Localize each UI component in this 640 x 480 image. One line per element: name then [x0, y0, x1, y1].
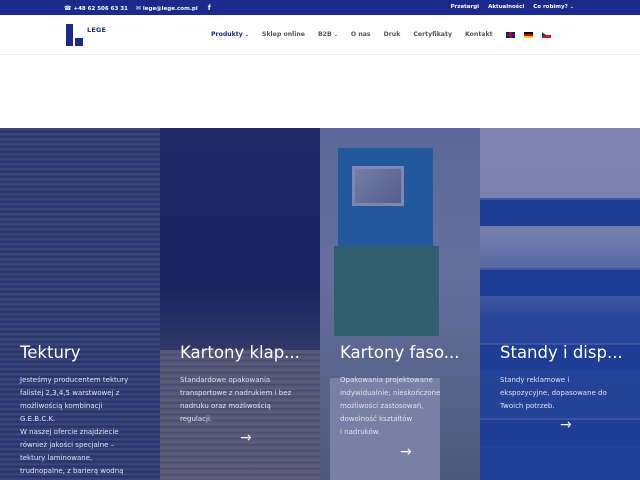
arrow-right-icon[interactable]: →	[240, 430, 252, 446]
flag-de-icon[interactable]	[523, 31, 533, 38]
main-nav: Produkty ⌄ Sklep online B2B ⌄ O nas Druk C…	[211, 31, 560, 38]
card-title: Kartony klap...	[180, 343, 300, 362]
chevron-down-icon: ⌄	[244, 32, 249, 38]
product-cards: Tektury Jesteśmy producentem tektury fal…	[0, 128, 640, 480]
nav-item-certyfikaty[interactable]: Certyfikaty	[413, 31, 452, 38]
product-card-standy[interactable]: Standy i disp... Standy reklamowe i eksp…	[480, 128, 640, 480]
nav-item-kontakt[interactable]: Kontakt	[465, 31, 493, 38]
main-header: LEGE Produkty ⌄ Sklep online B2B ⌄ O nas D…	[0, 15, 640, 55]
envelope-icon: ✉	[135, 4, 141, 12]
phone-link[interactable]: ☎ +48 62 506 63 31	[64, 5, 128, 12]
product-card-tektury[interactable]: Tektury Jesteśmy producentem tektury fal…	[0, 128, 160, 480]
flag-en-icon[interactable]	[505, 31, 515, 38]
top-link-co-robimy[interactable]: Co robimy? ⌄	[533, 4, 574, 10]
logo[interactable]: LEGE	[66, 24, 106, 46]
top-link-aktualnosci[interactable]: Aktualności	[488, 4, 524, 10]
nav-item-o-nas[interactable]: O nas	[351, 31, 371, 38]
contact-info: ☎ +48 62 506 63 31 ✉ lege@lege.com.pl f	[64, 4, 211, 12]
chevron-down-icon: ⌄	[569, 4, 574, 10]
nav-item-b2b[interactable]: B2B ⌄	[318, 31, 338, 38]
logo-mark-icon	[66, 24, 85, 46]
arrow-right-icon[interactable]: →	[400, 444, 412, 460]
card-description: Jesteśmy producentem tektury falistej 2,…	[20, 376, 129, 475]
product-card-kartony-fasonowe[interactable]: Kartony faso... Opakowania projektowane …	[320, 128, 480, 480]
top-bar: ☎ +48 62 506 63 31 ✉ lege@lege.com.pl f Pr…	[0, 0, 640, 15]
product-card-kartony-klapowe[interactable]: Kartony klap... Standardowe opakowania t…	[160, 128, 320, 480]
phone-icon: ☎	[64, 4, 72, 12]
card-title: Standy i disp...	[500, 343, 623, 362]
logo-text: LEGE	[87, 26, 107, 34]
nav-item-sklep-online[interactable]: Sklep online	[262, 31, 305, 38]
flag-cs-icon[interactable]	[541, 31, 551, 38]
top-link-przetargi[interactable]: Przetargi	[451, 4, 480, 10]
nav-item-druk[interactable]: Druk	[384, 31, 401, 38]
card-description: Standy reklamowe i ekspozycyjne, dopasow…	[500, 376, 607, 410]
facebook-icon[interactable]: f	[208, 4, 211, 12]
chevron-down-icon: ⌄	[333, 32, 338, 38]
email-link[interactable]: ✉ lege@lege.com.pl	[136, 5, 198, 12]
nav-item-produkty[interactable]: Produkty ⌄	[211, 31, 249, 38]
top-links: Przetargi Aktualności Co robimy? ⌄	[451, 4, 575, 10]
card-description: Opakowania projektowane indywidualnie; n…	[340, 376, 441, 436]
card-description: Standardowe opakowania transportowe z na…	[180, 376, 292, 423]
arrow-right-icon[interactable]: →	[560, 417, 572, 433]
card-title: Kartony faso...	[340, 343, 460, 362]
card-title: Tektury	[20, 343, 81, 362]
